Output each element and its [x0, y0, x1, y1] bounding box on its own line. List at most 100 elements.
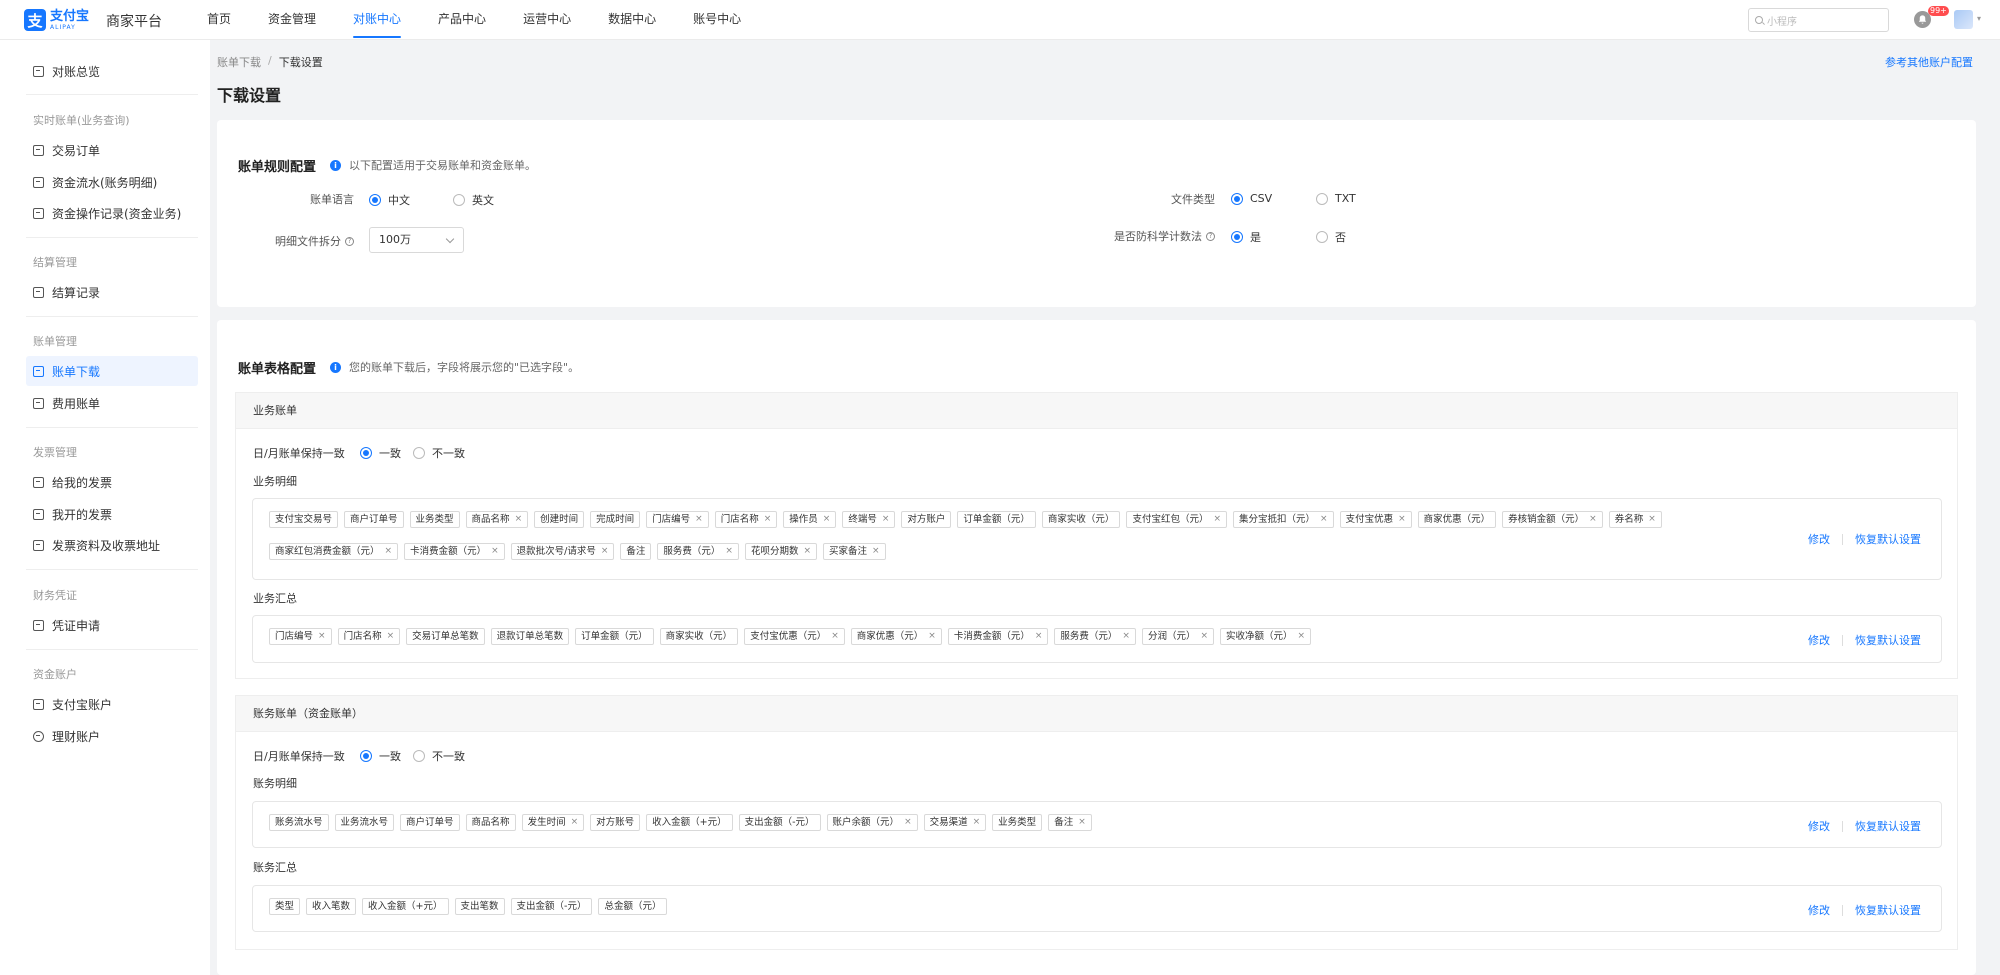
- field-tag-label: 总金额（元）: [604, 901, 662, 912]
- sidebar-item-trade-orders[interactable]: 交易订单: [26, 135, 198, 165]
- field-tag: 账务流水号: [269, 814, 329, 831]
- biz-summary-tags: 门店编号 × 门店名称 × 交易订单总笔数 退款订单总笔数 订单金额（元） 商家实收（元） 支付…: [269, 628, 1789, 645]
- remove-field-icon[interactable]: ×: [764, 512, 772, 527]
- field-tag: 商户订单号: [344, 511, 404, 528]
- page-title: 下载设置: [217, 86, 282, 105]
- sidebar-group-fund-accounts: 资金账户: [33, 668, 77, 681]
- remove-field-icon[interactable]: ×: [1320, 512, 1328, 527]
- sidebar-item-fund-flow[interactable]: 资金流水(账务明细): [26, 167, 198, 197]
- nav-account[interactable]: 账号中心: [693, 0, 741, 40]
- field-tag: 备注 ×: [1048, 814, 1092, 831]
- sidebar-item-fund-ops[interactable]: 资金操作记录(资金业务): [26, 198, 198, 228]
- breadcrumb-parent[interactable]: 账单下载: [217, 54, 261, 70]
- field-tag: 支付宝交易号: [269, 511, 339, 528]
- remove-field-icon[interactable]: ×: [803, 544, 811, 559]
- remove-field-icon[interactable]: ×: [1200, 629, 1208, 644]
- lang-radio-en[interactable]: 英文: [453, 192, 494, 208]
- reset-default-button[interactable]: 恢复默认设置: [1855, 632, 1921, 648]
- help-icon[interactable]: ?: [1206, 231, 1215, 241]
- acct-inconsistent-radio[interactable]: 不一致: [413, 748, 465, 764]
- reference-config-link[interactable]: 参考其他账户配置: [1885, 54, 1973, 70]
- file-split-select[interactable]: 100万: [369, 227, 464, 253]
- biz-inconsistent-radio[interactable]: 不一致: [413, 445, 465, 461]
- info-icon: i: [330, 361, 341, 373]
- remove-field-icon[interactable]: ×: [823, 512, 831, 527]
- remove-field-icon[interactable]: ×: [1122, 629, 1130, 644]
- remove-field-icon[interactable]: ×: [872, 544, 880, 559]
- nav-products[interactable]: 产品中心: [438, 0, 486, 40]
- sidebar-item-wealth-account[interactable]: 理财账户: [26, 721, 198, 751]
- field-tag-label: 对方账号: [596, 817, 635, 828]
- filetype-radio-csv[interactable]: CSV: [1231, 192, 1272, 205]
- sidebar-item-overview[interactable]: 对账总览: [26, 56, 198, 86]
- remove-field-icon[interactable]: ×: [1398, 512, 1406, 527]
- edit-button[interactable]: 修改: [1808, 531, 1830, 547]
- radio-selected-icon: [360, 447, 372, 459]
- remove-field-icon[interactable]: ×: [973, 815, 981, 830]
- help-icon[interactable]: ?: [345, 236, 354, 246]
- nav-home[interactable]: 首页: [207, 0, 231, 40]
- field-tag-label: 支付宝红包（元）: [1132, 514, 1209, 525]
- remove-field-icon[interactable]: ×: [831, 629, 839, 644]
- radio-selected-icon: [1231, 231, 1243, 243]
- biz-consistent-radio[interactable]: 一致: [360, 445, 401, 461]
- remove-field-icon[interactable]: ×: [1298, 629, 1306, 644]
- lang-radio-cn[interactable]: 中文: [369, 192, 410, 208]
- remove-field-icon[interactable]: ×: [318, 629, 326, 644]
- nav-operations[interactable]: 运营中心: [523, 0, 571, 40]
- edit-button[interactable]: 修改: [1808, 632, 1830, 648]
- remove-field-icon[interactable]: ×: [1078, 815, 1086, 830]
- sidebar-item-alipay-account[interactable]: 支付宝账户: [26, 689, 198, 719]
- sidebar-item-invoices-received[interactable]: 给我的发票: [26, 467, 198, 497]
- field-tag-label: 商家实收（元）: [1047, 514, 1115, 525]
- field-tag: 服务费（元） ×: [1054, 628, 1136, 645]
- remove-field-icon[interactable]: ×: [1589, 512, 1597, 527]
- acct-consistent-radio[interactable]: 一致: [360, 748, 401, 764]
- field-tag-label: 支出笔数: [460, 901, 499, 912]
- filetype-radio-txt[interactable]: TXT: [1316, 192, 1356, 205]
- remove-field-icon[interactable]: ×: [1035, 629, 1043, 644]
- invoice-icon: [33, 508, 44, 520]
- edit-button[interactable]: 修改: [1808, 902, 1830, 918]
- field-tag-label: 完成时间: [596, 514, 635, 525]
- sci-radio-yes[interactable]: 是: [1231, 229, 1261, 245]
- remove-field-icon[interactable]: ×: [571, 815, 579, 830]
- remove-field-icon[interactable]: ×: [904, 815, 912, 830]
- field-tag-label: 支出金额（-元）: [744, 817, 815, 828]
- remove-field-icon[interactable]: ×: [515, 512, 523, 527]
- remove-field-icon[interactable]: ×: [601, 544, 609, 559]
- download-icon: [33, 365, 44, 377]
- sci-radio-no[interactable]: 否: [1316, 229, 1346, 245]
- field-tag-label: 商户订单号: [406, 817, 454, 828]
- remove-field-icon[interactable]: ×: [882, 512, 890, 527]
- nav-data[interactable]: 数据中心: [608, 0, 656, 40]
- sidebar-item-bill-download[interactable]: 账单下载: [26, 356, 198, 386]
- reset-default-button[interactable]: 恢复默认设置: [1855, 902, 1921, 918]
- chevron-down-icon[interactable]: ▾: [1977, 14, 1981, 23]
- remove-field-icon[interactable]: ×: [1648, 512, 1656, 527]
- nav-reconciliation[interactable]: 对账中心: [353, 0, 402, 40]
- sidebar-item-invoices-issued[interactable]: 我开的发票: [26, 499, 198, 529]
- search-input[interactable]: 小程序: [1748, 8, 1889, 32]
- remove-field-icon[interactable]: ×: [491, 544, 499, 559]
- reset-default-button[interactable]: 恢复默认设置: [1855, 531, 1921, 547]
- acct-detail-tags: 账务流水号 业务流水号 商户订单号 商品名称 发生时间 × 对方账号 收入金额（+元） 支出金额…: [269, 814, 1789, 831]
- remove-field-icon[interactable]: ×: [1213, 512, 1221, 527]
- remove-field-icon[interactable]: ×: [695, 512, 703, 527]
- field-tag: 总金额（元）: [598, 898, 668, 915]
- remove-field-icon[interactable]: ×: [387, 629, 395, 644]
- nav-funds[interactable]: 资金管理: [268, 0, 316, 40]
- reset-default-button[interactable]: 恢复默认设置: [1855, 818, 1921, 834]
- sidebar-item-settlement-records[interactable]: 结算记录: [26, 277, 198, 307]
- sidebar-item-fee-bills[interactable]: 费用账单: [26, 388, 198, 418]
- field-tag-label: 支付宝优惠: [1345, 514, 1394, 525]
- avatar[interactable]: [1954, 10, 1973, 29]
- remove-field-icon[interactable]: ×: [385, 544, 393, 559]
- sidebar-item-voucher-apply[interactable]: 凭证申请: [26, 610, 198, 640]
- edit-button[interactable]: 修改: [1808, 818, 1830, 834]
- alipay-logo[interactable]: 支 支付宝 ALIPAY: [24, 8, 89, 32]
- remove-field-icon[interactable]: ×: [725, 544, 733, 559]
- sidebar-item-invoice-info[interactable]: 发票资料及收票地址: [26, 530, 198, 560]
- radio-selected-icon: [360, 750, 372, 762]
- remove-field-icon[interactable]: ×: [928, 629, 936, 644]
